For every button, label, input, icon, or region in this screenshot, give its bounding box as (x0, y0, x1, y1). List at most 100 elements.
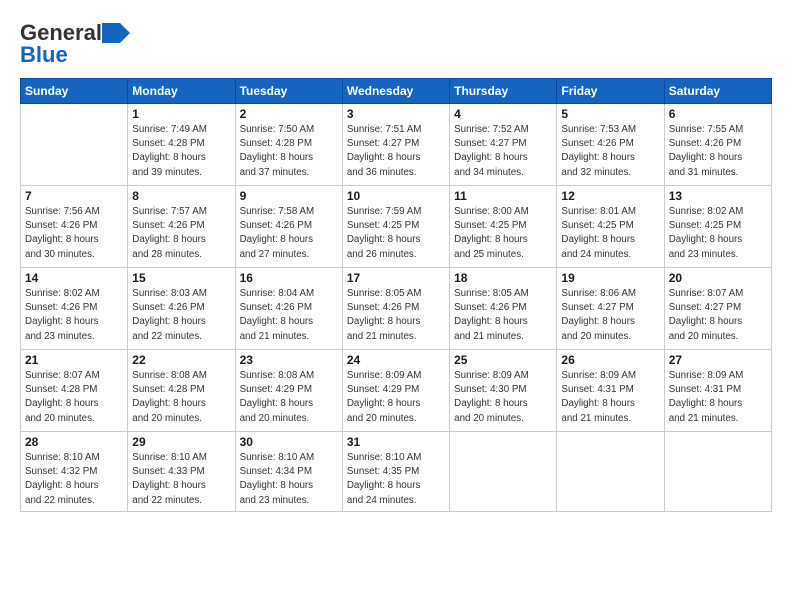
day-number: 12 (561, 189, 659, 203)
calendar-header-row: SundayMondayTuesdayWednesdayThursdayFrid… (21, 79, 772, 104)
calendar-cell: 28Sunrise: 8:10 AMSunset: 4:32 PMDayligh… (21, 432, 128, 512)
calendar-cell: 3 Sunrise: 7:51 AMSunset: 4:27 PMDaylight… (342, 104, 449, 186)
logo-icon (102, 23, 130, 43)
day-info: Sunrise: 8:03 AMSunset: 4:26 PMDaylight:… (132, 287, 230, 344)
calendar-cell: 19Sunrise: 8:06 AMSunset: 4:27 PMDayligh… (557, 268, 664, 350)
day-info: Sunrise: 8:02 AMSunset: 4:25 PMDaylight:… (669, 205, 767, 262)
calendar-cell: 23Sunrise: 8:08 AMSunset: 4:29 PMDayligh… (235, 350, 342, 432)
day-number: 16 (240, 271, 338, 285)
day-info: Sunrise: 8:08 AMSunset: 4:28 PMDaylight:… (132, 369, 230, 426)
calendar-cell: 4Sunrise: 7:52 AMSunset: 4:27 PMDaylight… (450, 104, 557, 186)
day-info: Sunrise: 8:06 AMSunset: 4:27 PMDaylight:… (561, 287, 659, 344)
day-number: 17 (347, 271, 445, 285)
calendar-cell: 27Sunrise: 8:09 AMSunset: 4:31 PMDayligh… (664, 350, 771, 432)
header-monday: Monday (128, 79, 235, 104)
day-info: Sunrise: 7:50 AMSunset: 4:28 PMDaylight:… (240, 123, 338, 180)
day-number: 25 (454, 353, 552, 367)
calendar-cell: 6 Sunrise: 7:55 AMSunset: 4:26 PMDaylight… (664, 104, 771, 186)
day-number: 8 (132, 189, 230, 203)
day-info: Sunrise: 7:49 AMSunset: 4:28 PMDaylight:… (132, 123, 230, 180)
header: General Blue (20, 20, 772, 68)
day-info: Sunrise: 8:09 AMSunset: 4:31 PMDaylight:… (561, 369, 659, 426)
calendar-cell: 17 Sunrise: 8:05 AMSunset: 4:26 PMDayligh… (342, 268, 449, 350)
day-number: 18 (454, 271, 552, 285)
day-info: Sunrise: 8:05 AMSunset: 4:26 PMDaylight:… (454, 287, 552, 344)
calendar-cell: 16 Sunrise: 8:04 AMSunset: 4:26 PMDayligh… (235, 268, 342, 350)
calendar-cell: 5 Sunrise: 7:53 AMSunset: 4:26 PMDaylight… (557, 104, 664, 186)
calendar-cell (450, 432, 557, 512)
calendar-cell (21, 104, 128, 186)
logo: General Blue (20, 20, 130, 68)
header-thursday: Thursday (450, 79, 557, 104)
calendar-cell: 29 Sunrise: 8:10 AMSunset: 4:33 PMDayligh… (128, 432, 235, 512)
day-info: Sunrise: 8:09 AMSunset: 4:30 PMDaylight:… (454, 369, 552, 426)
day-number: 31 (347, 435, 445, 449)
day-number: 27 (669, 353, 767, 367)
day-info: Sunrise: 8:10 AMSunset: 4:32 PMDaylight:… (25, 451, 123, 508)
calendar-cell: 20Sunrise: 8:07 AMSunset: 4:27 PMDayligh… (664, 268, 771, 350)
calendar-cell: 18 Sunrise: 8:05 AMSunset: 4:26 PMDayligh… (450, 268, 557, 350)
day-number: 2 (240, 107, 338, 121)
day-number: 11 (454, 189, 552, 203)
day-number: 21 (25, 353, 123, 367)
calendar-cell: 26 Sunrise: 8:09 AMSunset: 4:31 PMDayligh… (557, 350, 664, 432)
day-info: Sunrise: 8:07 AMSunset: 4:28 PMDaylight:… (25, 369, 123, 426)
calendar-cell: 7Sunrise: 7:56 AMSunset: 4:26 PMDaylight… (21, 186, 128, 268)
day-number: 9 (240, 189, 338, 203)
day-info: Sunrise: 8:04 AMSunset: 4:26 PMDaylight:… (240, 287, 338, 344)
day-number: 1 (132, 107, 230, 121)
calendar-cell: 15Sunrise: 8:03 AMSunset: 4:26 PMDayligh… (128, 268, 235, 350)
calendar-cell: 24 Sunrise: 8:09 AMSunset: 4:29 PMDayligh… (342, 350, 449, 432)
calendar-cell: 22 Sunrise: 8:08 AMSunset: 4:28 PMDayligh… (128, 350, 235, 432)
day-info: Sunrise: 8:02 AMSunset: 4:26 PMDaylight:… (25, 287, 123, 344)
day-info: Sunrise: 7:55 AMSunset: 4:26 PMDaylight:… (669, 123, 767, 180)
day-info: Sunrise: 7:53 AMSunset: 4:26 PMDaylight:… (561, 123, 659, 180)
day-info: Sunrise: 7:52 AMSunset: 4:27 PMDaylight:… (454, 123, 552, 180)
week-row-3: 14 Sunrise: 8:02 AMSunset: 4:26 PMDayligh… (21, 268, 772, 350)
day-info: Sunrise: 8:05 AMSunset: 4:26 PMDaylight:… (347, 287, 445, 344)
calendar-cell (557, 432, 664, 512)
day-number: 30 (240, 435, 338, 449)
week-row-5: 28Sunrise: 8:10 AMSunset: 4:32 PMDayligh… (21, 432, 772, 512)
header-friday: Friday (557, 79, 664, 104)
day-info: Sunrise: 8:09 AMSunset: 4:29 PMDaylight:… (347, 369, 445, 426)
day-info: Sunrise: 7:51 AMSunset: 4:27 PMDaylight:… (347, 123, 445, 180)
day-info: Sunrise: 8:10 AMSunset: 4:34 PMDaylight:… (240, 451, 338, 508)
day-info: Sunrise: 8:10 AMSunset: 4:35 PMDaylight:… (347, 451, 445, 508)
day-number: 26 (561, 353, 659, 367)
calendar-cell: 11Sunrise: 8:00 AMSunset: 4:25 PMDayligh… (450, 186, 557, 268)
week-row-2: 7Sunrise: 7:56 AMSunset: 4:26 PMDaylight… (21, 186, 772, 268)
day-number: 14 (25, 271, 123, 285)
header-sunday: Sunday (21, 79, 128, 104)
day-number: 5 (561, 107, 659, 121)
calendar-cell: 25 Sunrise: 8:09 AMSunset: 4:30 PMDayligh… (450, 350, 557, 432)
logo-blue: Blue (20, 42, 68, 68)
day-info: Sunrise: 7:59 AMSunset: 4:25 PMDaylight:… (347, 205, 445, 262)
calendar-cell: 12 Sunrise: 8:01 AMSunset: 4:25 PMDayligh… (557, 186, 664, 268)
calendar-cell: 14 Sunrise: 8:02 AMSunset: 4:26 PMDayligh… (21, 268, 128, 350)
day-number: 3 (347, 107, 445, 121)
header-tuesday: Tuesday (235, 79, 342, 104)
day-info: Sunrise: 8:07 AMSunset: 4:27 PMDaylight:… (669, 287, 767, 344)
calendar-cell: 8 Sunrise: 7:57 AMSunset: 4:26 PMDaylight… (128, 186, 235, 268)
week-row-1: 1 Sunrise: 7:49 AMSunset: 4:28 PMDaylight… (21, 104, 772, 186)
day-info: Sunrise: 8:01 AMSunset: 4:25 PMDaylight:… (561, 205, 659, 262)
day-number: 6 (669, 107, 767, 121)
day-info: Sunrise: 7:56 AMSunset: 4:26 PMDaylight:… (25, 205, 123, 262)
calendar-cell: 1 Sunrise: 7:49 AMSunset: 4:28 PMDaylight… (128, 104, 235, 186)
day-info: Sunrise: 7:58 AMSunset: 4:26 PMDaylight:… (240, 205, 338, 262)
day-info: Sunrise: 8:10 AMSunset: 4:33 PMDaylight:… (132, 451, 230, 508)
calendar-table: SundayMondayTuesdayWednesdayThursdayFrid… (20, 78, 772, 512)
day-number: 24 (347, 353, 445, 367)
day-number: 23 (240, 353, 338, 367)
calendar-cell: 13Sunrise: 8:02 AMSunset: 4:25 PMDayligh… (664, 186, 771, 268)
week-row-4: 21 Sunrise: 8:07 AMSunset: 4:28 PMDayligh… (21, 350, 772, 432)
calendar-cell: 30 Sunrise: 8:10 AMSunset: 4:34 PMDayligh… (235, 432, 342, 512)
calendar-cell (664, 432, 771, 512)
calendar-cell: 21 Sunrise: 8:07 AMSunset: 4:28 PMDayligh… (21, 350, 128, 432)
day-number: 29 (132, 435, 230, 449)
day-number: 22 (132, 353, 230, 367)
calendar-cell: 31 Sunrise: 8:10 AMSunset: 4:35 PMDayligh… (342, 432, 449, 512)
day-info: Sunrise: 7:57 AMSunset: 4:26 PMDaylight:… (132, 205, 230, 262)
calendar-cell: 9 Sunrise: 7:58 AMSunset: 4:26 PMDaylight… (235, 186, 342, 268)
